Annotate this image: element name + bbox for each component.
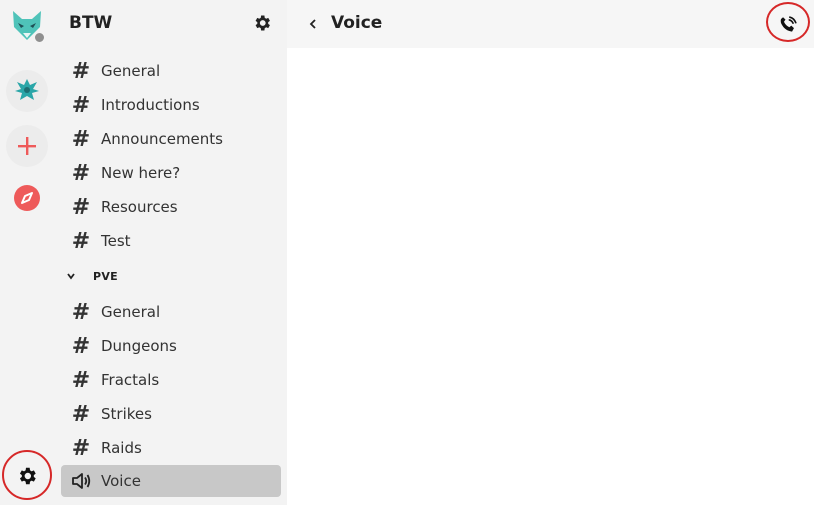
hash-icon: # [71, 228, 91, 254]
server-header: BTW [54, 0, 287, 48]
hash-icon: # [71, 299, 91, 325]
category-label: PVE [93, 269, 118, 283]
channel-title: Voice [331, 13, 383, 33]
gear-icon [19, 467, 36, 485]
status-indicator [33, 31, 46, 44]
hash-icon: # [71, 160, 91, 186]
channel-item[interactable]: # New here? [61, 157, 281, 189]
channel-sidebar: BTW # General # Introductions # Announce… [54, 0, 287, 505]
main-panel: Voice [287, 0, 814, 505]
hash-icon: # [71, 126, 91, 152]
gear-icon [255, 15, 270, 31]
back-button[interactable] [303, 14, 323, 34]
channel-label: Dungeons [101, 337, 177, 355]
hash-icon: # [71, 58, 91, 84]
channel-label: Test [101, 232, 131, 250]
start-call-button[interactable] [775, 12, 801, 38]
add-server-button[interactable] [6, 125, 48, 167]
hash-icon: # [71, 367, 91, 393]
channel-label: Voice [101, 472, 141, 490]
channel-label: Announcements [101, 130, 223, 148]
channel-label: Strikes [101, 405, 152, 423]
hash-icon: # [71, 194, 91, 220]
server-rail [0, 0, 54, 505]
channel-label: Raids [101, 439, 142, 457]
hash-icon: # [71, 333, 91, 359]
channel-label: Resources [101, 198, 178, 216]
channel-item[interactable]: # Fractals [61, 364, 281, 396]
channel-item[interactable]: # Raids [61, 432, 281, 464]
hash-icon: # [71, 435, 91, 461]
channel-item[interactable]: # General [61, 55, 281, 87]
channel-header: Voice [287, 0, 814, 48]
explore-servers-button[interactable] [6, 177, 48, 219]
channel-item[interactable]: # Test [61, 225, 281, 257]
hash-icon: # [71, 92, 91, 118]
channel-label: Introductions [101, 96, 200, 114]
plus-icon [18, 137, 36, 155]
chevron-left-icon [309, 19, 316, 29]
user-avatar[interactable] [6, 4, 48, 46]
speaker-icon [61, 471, 101, 491]
hash-icon: # [71, 401, 91, 427]
channel-label: General [101, 303, 161, 321]
chevron-down-icon [64, 271, 78, 281]
channel-item[interactable]: # General [61, 296, 281, 328]
channel-label: New here? [101, 164, 181, 182]
channel-item[interactable]: # Introductions [61, 89, 281, 121]
channel-label: General [101, 62, 161, 80]
channel-item-voice[interactable]: Voice [61, 465, 281, 497]
compass-icon [14, 185, 40, 211]
category-header[interactable]: PVE [64, 266, 118, 286]
server-settings-button[interactable] [252, 13, 274, 35]
channel-item[interactable]: # Resources [61, 191, 281, 223]
phone-call-icon [780, 16, 797, 32]
channel-label: Fractals [101, 371, 160, 389]
server-btw[interactable] [6, 70, 48, 112]
server-name: BTW [69, 13, 113, 33]
channel-item[interactable]: # Strikes [61, 398, 281, 430]
channel-item[interactable]: # Announcements [61, 123, 281, 155]
channel-item[interactable]: # Dungeons [61, 330, 281, 362]
phoenix-emblem-icon [15, 79, 39, 100]
user-settings-button[interactable] [6, 455, 48, 497]
